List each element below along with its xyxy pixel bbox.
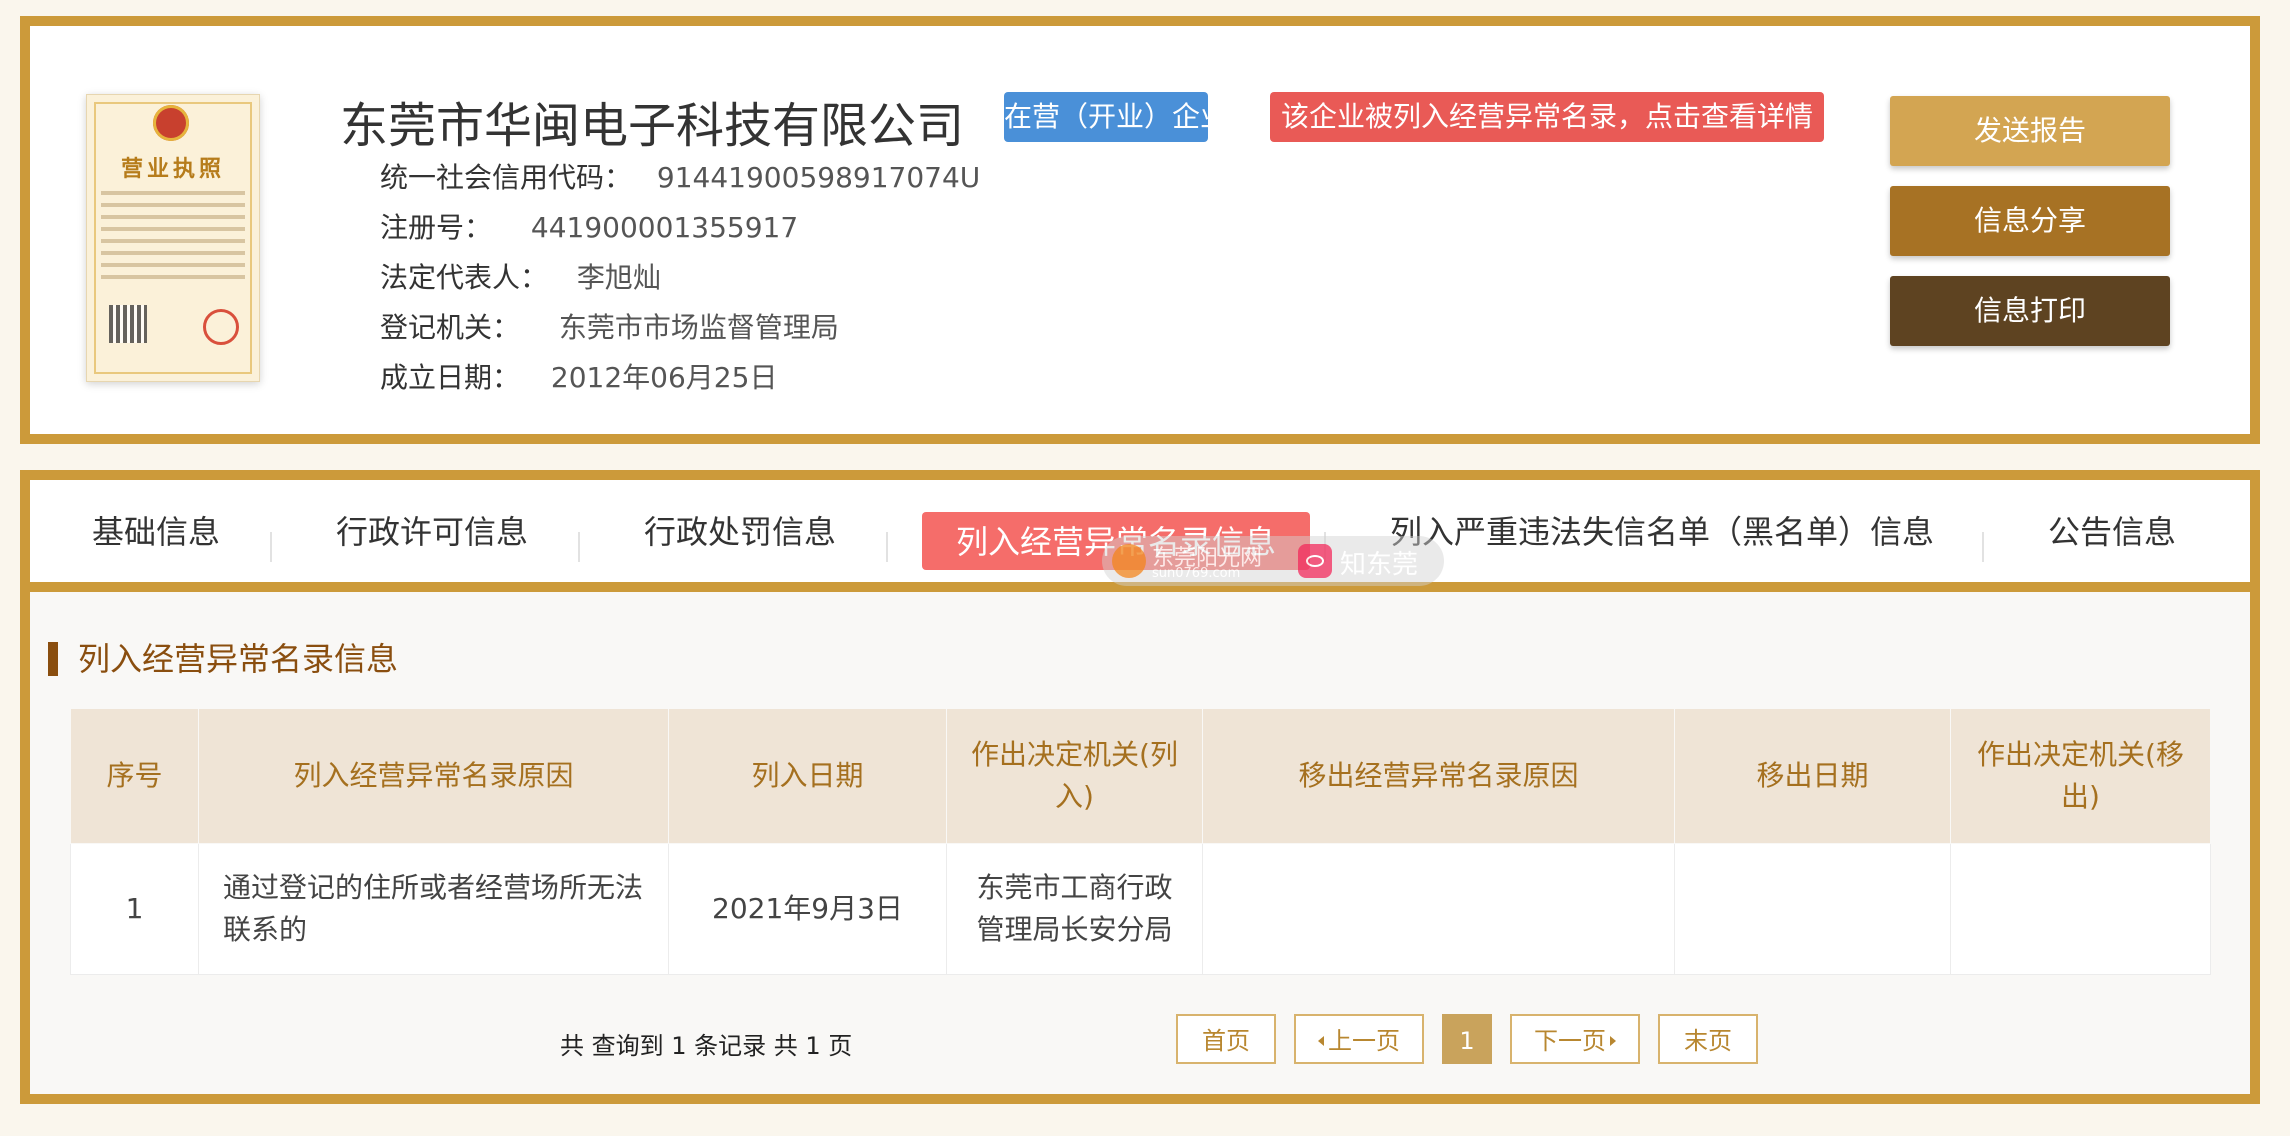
pagination-prev-button[interactable]: 上一页 xyxy=(1294,1014,1424,1064)
column-header: 列入日期 xyxy=(668,708,947,844)
column-header: 序号 xyxy=(70,708,199,844)
tab-basic-info[interactable]: 基础信息 xyxy=(92,480,220,582)
info-label: 统一社会信用代码： xyxy=(380,161,633,194)
watermark-app-name: 知东莞 xyxy=(1340,550,1419,580)
table-header-row: 序号 列入经营异常名录原因 列入日期 作出决定机关(列入) 移出经营异常名录原因… xyxy=(70,708,2211,844)
info-legal-rep: 法定代表人： 李旭灿 xyxy=(380,256,661,296)
info-credit-code: 统一社会信用代码： 91441900598917074U xyxy=(380,156,980,196)
tab-divider xyxy=(270,532,272,562)
seal-stamp-icon xyxy=(203,309,239,345)
pagination-first-button[interactable]: 首页 xyxy=(1176,1014,1276,1064)
table-cell-index: 1 xyxy=(70,843,199,975)
sun-logo-icon xyxy=(1112,544,1146,578)
column-header: 列入经营异常名录原因 xyxy=(198,708,669,844)
qr-code-icon xyxy=(109,305,147,343)
info-label: 成立日期： xyxy=(380,361,521,394)
share-info-button[interactable]: 信息分享 xyxy=(1890,186,2170,256)
table-cell-reason: 通过登记的住所或者经营场所无法联系的 xyxy=(198,843,669,975)
tab-divider xyxy=(578,532,580,562)
company-name: 东莞市华闽电子科技有限公司 xyxy=(340,98,965,154)
watermark-overlay: 东莞阳光网 sun0769.com 知东莞 xyxy=(1102,536,1444,586)
status-badge: 在营（开业）企业 xyxy=(1004,92,1228,142)
column-header: 移出经营异常名录原因 xyxy=(1202,708,1675,844)
business-license-image: 营业执照 xyxy=(86,94,260,382)
info-founded-date: 成立日期： 2012年06月25日 xyxy=(380,356,777,396)
table-cell-date: 2021年9月3日 xyxy=(668,843,947,975)
print-info-button[interactable]: 信息打印 xyxy=(1890,276,2170,346)
info-value: 东莞市市场监督管理局 xyxy=(558,311,839,344)
info-value: 2012年06月25日 xyxy=(550,361,778,394)
tab-divider xyxy=(886,532,888,562)
triangle-left-icon xyxy=(1318,1035,1324,1046)
national-emblem-icon xyxy=(153,105,189,141)
info-label: 法定代表人： xyxy=(380,261,549,294)
info-label: 登记机关： xyxy=(380,311,521,344)
pagination-last-button[interactable]: 末页 xyxy=(1658,1014,1758,1064)
pagination-next-button[interactable]: 下一页 xyxy=(1510,1014,1640,1064)
eye-app-icon xyxy=(1298,544,1332,578)
table-cell-removal-reason xyxy=(1202,843,1675,975)
tab-admin-penalty[interactable]: 行政处罚信息 xyxy=(644,480,836,582)
section-title: 列入经营异常名录信息 xyxy=(48,642,398,676)
column-header: 作出决定机关(列入) xyxy=(946,708,1203,844)
tab-blacklist[interactable]: 列入严重违法失信名单（黑名单）信息 xyxy=(1390,480,1934,582)
tab-announcements[interactable]: 公告信息 xyxy=(2048,480,2176,582)
info-value: 441900001355917 xyxy=(530,211,799,244)
watermark-site-url: sun0769.com xyxy=(1152,566,1241,581)
license-title: 营业执照 xyxy=(120,157,225,182)
info-reg-number: 注册号： 441900001355917 xyxy=(380,206,798,246)
table-cell-authority: 东莞市工商行政管理局长安分局 xyxy=(946,843,1203,975)
pagination-next-label: 下一页 xyxy=(1534,1027,1606,1055)
column-header: 移出日期 xyxy=(1674,708,1951,844)
send-report-button[interactable]: 发送报告 xyxy=(1890,96,2170,166)
tab-divider xyxy=(1982,532,1984,562)
column-header: 作出决定机关(移出) xyxy=(1950,708,2211,844)
table-cell-removal-authority xyxy=(1950,843,2211,975)
license-text-lines xyxy=(101,191,245,287)
info-value: 李旭灿 xyxy=(576,261,661,294)
info-label: 注册号： xyxy=(380,211,493,244)
pagination-prev-label: 上一页 xyxy=(1328,1027,1400,1055)
tab-admin-license[interactable]: 行政许可信息 xyxy=(336,480,528,582)
abnormal-list-badge[interactable]: 该企业被列入经营异常名录，点击查看详情 xyxy=(1270,92,1824,142)
pagination-current-page[interactable]: 1 xyxy=(1442,1014,1492,1064)
table-cell-removal-date xyxy=(1674,843,1951,975)
triangle-right-icon xyxy=(1610,1035,1616,1046)
info-value: 91441900598917074U xyxy=(656,161,981,194)
pagination-summary: 共 查询到 1 条记录 共 1 页 xyxy=(560,1032,853,1060)
abnormal-records-table: 序号 列入经营异常名录原因 列入日期 作出决定机关(列入) 移出经营异常名录原因… xyxy=(70,708,2211,975)
info-reg-authority: 登记机关： 东莞市市场监督管理局 xyxy=(380,306,839,346)
table-row: 1 通过登记的住所或者经营场所无法联系的 2021年9月3日 东莞市工商行政管理… xyxy=(70,843,2211,975)
